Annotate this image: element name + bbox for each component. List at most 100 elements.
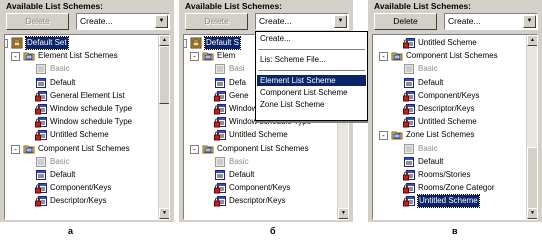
list-scheme-lock-icon xyxy=(35,90,47,102)
tree-row[interactable]: Descriptor/Keys xyxy=(184,195,334,207)
tree-row-label: Default xyxy=(418,77,444,87)
tree-row[interactable]: Component/Keys xyxy=(184,182,334,194)
tree-row[interactable]: Descriptor/Keys xyxy=(5,195,155,207)
tree-row[interactable]: Basic xyxy=(184,156,334,168)
delete-button[interactable]: Delete xyxy=(374,13,437,30)
tree-row[interactable]: Basic xyxy=(373,63,523,75)
figure-caption-b: б xyxy=(270,226,276,236)
tree-row[interactable]: Component/Keys xyxy=(373,90,523,102)
menu-item[interactable]: Zone List Scheme xyxy=(257,99,366,110)
tree-row-label: Default xyxy=(229,170,255,179)
scroll-down-icon[interactable]: ▼ xyxy=(338,208,348,219)
open-book-folder-icon xyxy=(391,129,403,141)
menu-item[interactable]: Element List Scheme xyxy=(257,75,366,86)
menu-item[interactable]: Lis: Scheme File... xyxy=(257,54,366,65)
dropdown-arrow-icon[interactable]: ▼ xyxy=(334,15,347,28)
dropdown-arrow-icon[interactable]: ▼ xyxy=(155,15,168,28)
tree-row[interactable]: General Element List xyxy=(5,90,155,102)
basic-scheme-icon xyxy=(35,63,47,75)
create-dropdown-value: Create... xyxy=(259,16,292,26)
collapse-toggle-icon[interactable]: - xyxy=(11,144,20,154)
tree-row[interactable]: Default xyxy=(373,156,523,168)
tree-row[interactable]: Untitled Scheme xyxy=(373,116,523,128)
collapse-toggle-icon[interactable]: - xyxy=(5,39,8,48)
tree-row-label: Component/Keys xyxy=(229,183,291,193)
tree-row-label: Component/Keys xyxy=(418,90,480,100)
scroll-thumb[interactable] xyxy=(159,46,169,104)
create-dropdown[interactable]: Create... ▼ xyxy=(76,13,170,30)
tree-row[interactable]: Untitled Scheme xyxy=(5,129,155,141)
scroll-up-icon[interactable]: ▲ xyxy=(527,35,537,46)
tree-row[interactable]: - Element List Schemes xyxy=(5,50,155,62)
tree-row[interactable]: - Component List Schemes xyxy=(184,143,334,155)
tree-row[interactable]: Basic xyxy=(373,143,523,155)
tree-row[interactable]: Default xyxy=(373,77,523,89)
tree-scrollbar[interactable]: ▲ ▼ xyxy=(158,35,169,219)
tree-row-label: Basic xyxy=(418,64,438,74)
tree-row[interactable]: Component/Keys xyxy=(5,182,155,194)
tree-row[interactable]: Rooms/Zone Categor xyxy=(373,182,523,194)
tree-row[interactable]: Default xyxy=(184,169,334,181)
tree-row[interactable]: - Component List Schemes xyxy=(5,143,155,155)
scroll-thumb[interactable] xyxy=(527,147,537,209)
collapse-toggle-icon[interactable]: - xyxy=(190,144,199,154)
tree-row[interactable]: Untitled Scheme xyxy=(373,37,523,49)
list-scheme-lock-icon xyxy=(214,90,226,102)
panel-title: Available List Schemes: xyxy=(185,1,283,11)
dropdown-arrow-icon[interactable]: ▼ xyxy=(523,15,536,28)
tree-row-label: Untitled Scheme xyxy=(417,194,480,209)
tree-row[interactable]: Basic xyxy=(5,63,155,75)
collapse-toggle-icon[interactable]: - xyxy=(379,131,388,141)
list-scheme-icon xyxy=(35,77,47,89)
collapse-toggle-icon[interactable]: - xyxy=(379,52,388,62)
create-dropdown[interactable]: Create... ▼ xyxy=(444,13,538,30)
delete-button[interactable]: Delete xyxy=(6,13,69,30)
figure-caption-a: а xyxy=(68,226,74,236)
tree-row-label: Default Set xyxy=(25,36,69,50)
create-dropdown[interactable]: Create... ▼ xyxy=(255,13,349,30)
scheme-tree[interactable]: -Default Set-Element List SchemesBasicDe… xyxy=(4,34,170,220)
open-book-folder-icon xyxy=(391,50,403,62)
tree-row-label: Element List Schemes xyxy=(38,51,118,61)
tree-row-label: Basic xyxy=(418,143,438,153)
list-scheme-lock-icon xyxy=(214,182,226,194)
tree-row[interactable]: - Component List Schemes xyxy=(373,50,523,62)
tree-scrollbar[interactable]: ▲ ▼ xyxy=(526,35,537,219)
tree-row[interactable]: Window schedule Type xyxy=(5,103,155,115)
tree-row-label: Window schedule Type xyxy=(50,117,133,127)
collapse-toggle-icon[interactable]: - xyxy=(190,52,199,62)
menu-item[interactable]: Component List Scheme xyxy=(257,87,366,98)
list-scheme-icon xyxy=(403,156,415,168)
tree-row[interactable]: Default xyxy=(5,169,155,181)
tree-row[interactable]: Rooms/Stories xyxy=(373,169,523,181)
figure-caption-c: в xyxy=(452,226,458,236)
tree-row-label: Descriptor/Keys xyxy=(229,196,286,206)
create-dropdown-menu[interactable]: Create... Lis: Scheme File... Element List… xyxy=(255,31,368,121)
list-scheme-lock-icon xyxy=(35,103,47,115)
tree-row[interactable]: Window schedule Type xyxy=(5,116,155,128)
tree-row[interactable]: Untitled Scheme xyxy=(373,194,523,209)
list-scheme-lock-icon xyxy=(214,195,226,207)
scroll-down-icon[interactable]: ▼ xyxy=(527,208,537,219)
create-dropdown-value: Create... xyxy=(80,16,113,26)
tree-row[interactable]: Default xyxy=(5,77,155,89)
delete-button[interactable]: Delete xyxy=(185,13,248,30)
collapse-toggle-icon[interactable]: - xyxy=(11,52,20,62)
scroll-up-icon[interactable]: ▲ xyxy=(159,35,169,46)
tree-row-label: Basic xyxy=(50,156,70,166)
tree-row[interactable]: - Default Set xyxy=(5,36,155,50)
open-book-folder-icon xyxy=(23,50,35,62)
basic-scheme-icon xyxy=(35,156,47,168)
panel-title: Available List Schemes: xyxy=(6,1,104,11)
tree-row-label: Descriptor/Keys xyxy=(50,196,107,206)
tree-row[interactable]: Untitled Scheme xyxy=(184,129,334,141)
tree-row-label: Defa xyxy=(229,77,246,87)
tree-row[interactable]: Basic xyxy=(5,156,155,168)
collapse-toggle-icon[interactable]: - xyxy=(184,39,187,48)
tree-row[interactable]: Descriptor/Keys xyxy=(373,103,523,115)
tree-row[interactable]: - Zone List Schemes xyxy=(373,129,523,141)
scroll-down-icon[interactable]: ▼ xyxy=(159,208,169,219)
scheme-tree[interactable]: Untitled Scheme - Component List Schemes Ba… xyxy=(372,34,538,220)
list-scheme-icon xyxy=(214,169,226,181)
menu-item[interactable]: Create... xyxy=(257,33,366,44)
